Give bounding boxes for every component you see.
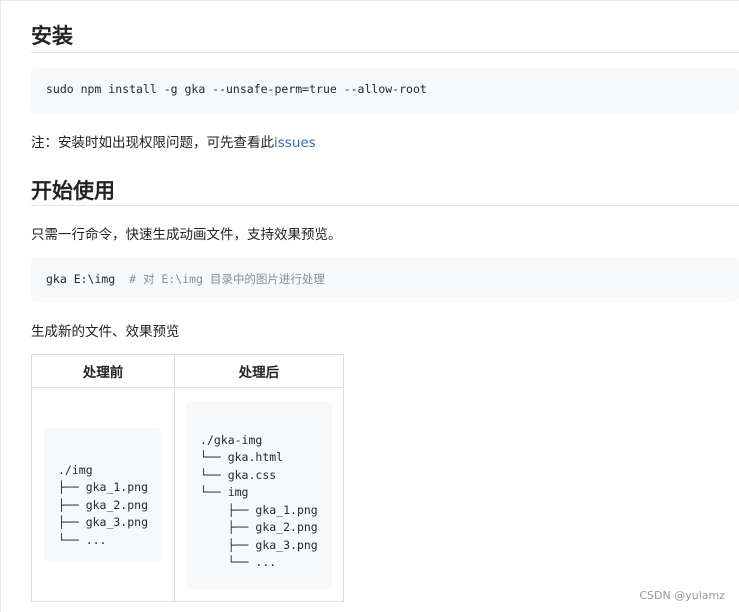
- table-header-row: 处理前 处理后: [30, 354, 344, 388]
- usage-command: gka E:\img: [46, 272, 116, 286]
- table-header-after: 处理后: [174, 354, 344, 388]
- table-header-before: 处理前: [30, 354, 176, 388]
- result-text: 生成新的文件、效果预览: [31, 324, 180, 340]
- start-description: 只需一行命令，快速生成动画文件，支持效果预览。: [31, 227, 342, 243]
- install-note: 注：安装时如出现权限问题，可先查看此issues: [31, 131, 316, 151]
- before-cell: ./img ├── gka_1.png ├── gka_2.png ├── gk…: [30, 387, 176, 602]
- usage-comment: # 对 E:\img 目录中的图片进行处理: [129, 272, 325, 286]
- start-heading: 开始使用: [31, 179, 115, 203]
- after-file-tree: ./gka-img └── gka.html └── gka.css └── i…: [186, 400, 332, 589]
- comparison-table: 处理前 处理后 ./img ├── gka_1.png ├── gka_2.pn…: [30, 354, 344, 602]
- install-command: sudo npm install -g gka --unsafe-perm=tr…: [46, 82, 427, 96]
- heading-divider: [31, 205, 739, 206]
- after-cell: ./gka-img └── gka.html └── gka.css └── i…: [174, 387, 344, 602]
- install-code-block: sudo npm install -g gka --unsafe-perm=tr…: [31, 68, 739, 113]
- install-heading: 安装: [31, 24, 73, 48]
- before-file-tree: ./img ├── gka_1.png ├── gka_2.png ├── gk…: [44, 427, 163, 562]
- issues-link[interactable]: issues: [274, 135, 316, 151]
- heading-divider: [31, 52, 739, 53]
- usage-code-block: gka E:\img # 对 E:\img 目录中的图片进行处理: [31, 257, 739, 302]
- install-note-text: 注：安装时如出现权限问题，可先查看此: [31, 135, 274, 151]
- table-row: ./img ├── gka_1.png ├── gka_2.png ├── gk…: [30, 387, 344, 602]
- watermark: CSDN @yulamz: [639, 589, 725, 602]
